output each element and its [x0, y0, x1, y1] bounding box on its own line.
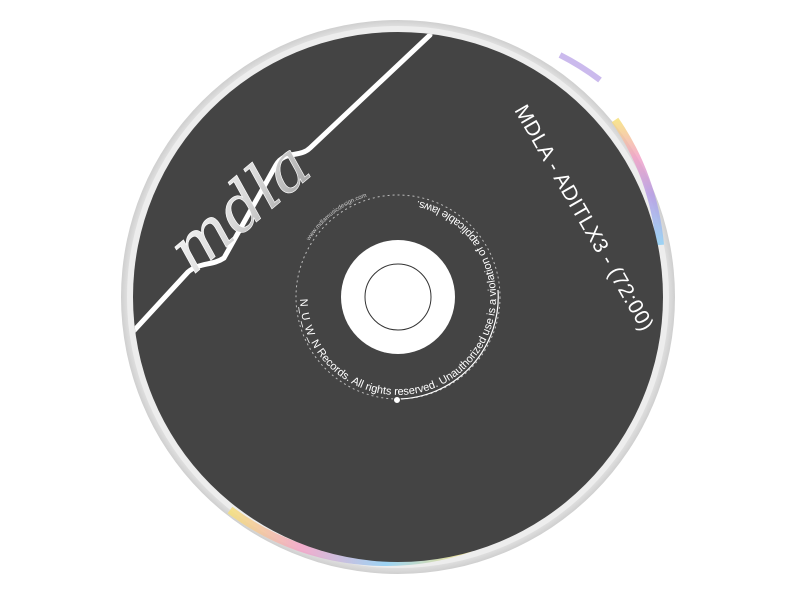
cd-disc: mdla MDLA - ADITLX3 - (72:00) F_I_C_N_S_…	[0, 0, 675, 574]
disc-hub	[341, 240, 455, 354]
cd-disc-illustration: mdla MDLA - ADITLX3 - (72:00) F_I_C_N_S_…	[0, 0, 800, 600]
rainbow-reflection-top	[558, 52, 602, 83]
